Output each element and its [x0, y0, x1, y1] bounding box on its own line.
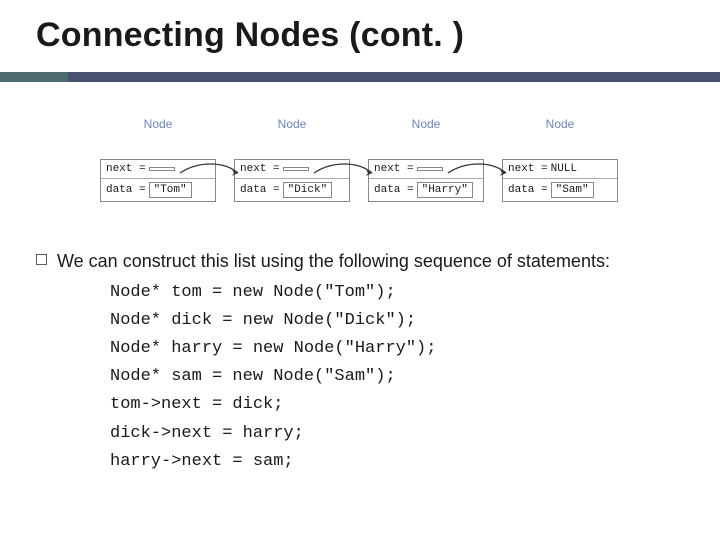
node-next-row: next = NULL [503, 160, 617, 179]
node-data-row: data = "Dick" [235, 179, 349, 201]
bullet-icon [36, 254, 47, 265]
field-data-value: "Harry" [417, 182, 473, 198]
field-data-label: data = [240, 184, 280, 196]
node-type-label: Node [368, 117, 484, 131]
linked-list-diagram: Node next = data = "Tom" Node next [100, 117, 620, 227]
node-box: next = data = "Tom" [100, 159, 216, 202]
node-next-row: next = [235, 160, 349, 179]
node-data-row: data = "Harry" [369, 179, 483, 201]
field-data-label: data = [374, 184, 414, 196]
field-next-value [149, 167, 175, 171]
field-next-label: next = [240, 163, 280, 175]
title-rule [0, 72, 720, 82]
node-2: Node next = data = "Harry" [368, 117, 484, 202]
field-next-value: NULL [551, 163, 577, 175]
code-line: harry->next = sam; [110, 452, 294, 471]
field-next-label: next = [374, 163, 414, 175]
node-0: Node next = data = "Tom" [100, 117, 216, 202]
diagram-wrap: Node next = data = "Tom" Node next [36, 117, 684, 227]
node-type-label: Node [100, 117, 216, 131]
code-line: dick->next = harry; [110, 424, 304, 443]
body-text: We can construct this list using the fol… [36, 249, 684, 273]
page-title: Connecting Nodes (cont. ) [36, 16, 684, 55]
code-line: Node* tom = new Node("Tom"); [110, 283, 396, 302]
node-data-row: data = "Tom" [101, 179, 215, 201]
code-line: Node* dick = new Node("Dick"); [110, 311, 416, 330]
node-type-label: Node [502, 117, 618, 131]
field-next-label: next = [106, 163, 146, 175]
field-data-value: "Tom" [149, 182, 192, 198]
field-next-value [283, 167, 309, 171]
node-box: next = data = "Harry" [368, 159, 484, 202]
node-box: next = NULL data = "Sam" [502, 159, 618, 202]
field-data-label: data = [106, 184, 146, 196]
field-data-value: "Sam" [551, 182, 594, 198]
node-3: Node next = NULL data = "Sam" [502, 117, 618, 202]
slide: Connecting Nodes (cont. ) Node next = da… [0, 0, 720, 540]
node-box: next = data = "Dick" [234, 159, 350, 202]
body-paragraph: We can construct this list using the fol… [57, 249, 610, 273]
code-line: Node* harry = new Node("Harry"); [110, 339, 436, 358]
field-data-value: "Dick" [283, 182, 333, 198]
code-block: Node* tom = new Node("Tom"); Node* dick … [110, 279, 684, 475]
field-next-label: next = [508, 163, 548, 175]
field-data-label: data = [508, 184, 548, 196]
node-type-label: Node [234, 117, 350, 131]
code-line: tom->next = dick; [110, 395, 283, 414]
node-data-row: data = "Sam" [503, 179, 617, 201]
code-line: Node* sam = new Node("Sam"); [110, 367, 396, 386]
rule-accent [0, 72, 68, 82]
rule-main [68, 72, 720, 82]
node-next-row: next = [101, 160, 215, 179]
field-next-value [417, 167, 443, 171]
node-1: Node next = data = "Dick" [234, 117, 350, 202]
node-next-row: next = [369, 160, 483, 179]
